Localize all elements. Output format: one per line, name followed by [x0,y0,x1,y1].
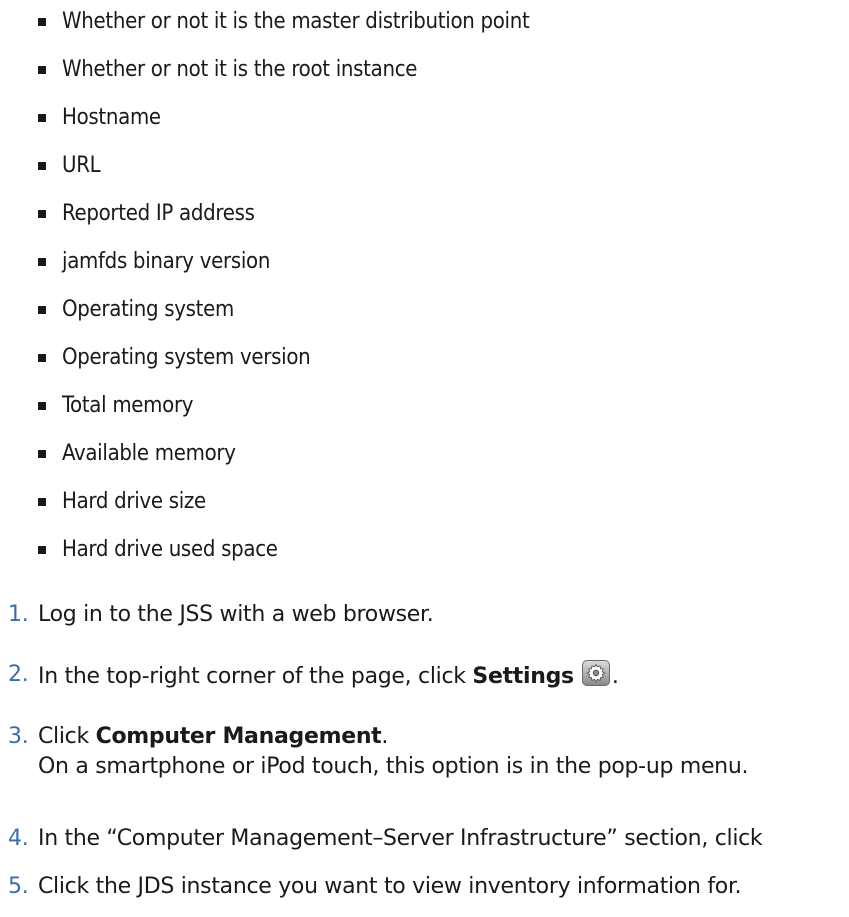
list-item-text: Whether or not it is the root instance [62,57,418,82]
step-number: 2. [8,662,29,687]
list-item: Whether or not it is the master distribu… [38,7,530,55]
bullet-square-icon [38,66,46,74]
list-item-text: Total memory [62,393,194,418]
step-text: Log in to the JSS with a web browser. [38,602,434,627]
gear-icon [581,660,610,686]
step-text: Click the JDS instance you want to view … [38,874,742,899]
list-item: Available memory [38,439,529,487]
step-text: Click [38,724,96,749]
list-item: Total memory [38,391,529,439]
inventory-fields-list: Whether or not it is the master distribu… [38,7,530,583]
list-item-text: Whether or not it is the master distribu… [62,9,530,34]
step-number: 5. [8,874,29,899]
list-item: jamfds binary version [38,247,529,295]
list-item-text: Operating system version [62,345,311,370]
procedure-steps: 1. Log in to the JSS with a web browser.… [8,600,849,904]
list-item: Hostname [38,103,529,151]
bullet-square-icon [38,450,46,458]
bullet-square-icon [38,306,46,314]
bullet-square-icon [38,354,46,362]
step-1: 1. Log in to the JSS with a web browser. [8,600,849,660]
list-item-text: Operating system [62,297,234,322]
bullet-square-icon [38,162,46,170]
list-item: Operating system version [38,343,529,391]
step-text: In the “Computer Management–Server Infra… [38,826,763,851]
bullet-square-icon [38,18,46,26]
list-item: Operating system [38,295,529,343]
list-item: Hard drive used space [38,535,529,583]
bullet-square-icon [38,402,46,410]
step-text: In the top-right corner of the page, cli… [38,664,473,689]
list-item-text: Hostname [62,105,161,130]
step-4: 4. In the “Computer Management–Server In… [8,824,849,872]
step-5: 5. Click the JDS instance you want to vi… [8,872,849,904]
bullet-square-icon [38,546,46,554]
document-page: Whether or not it is the master distribu… [0,0,849,917]
list-item-text: URL [62,153,101,178]
step-2: 2. In the top-right corner of the page, … [8,660,849,722]
list-item-text: Available memory [62,441,236,466]
list-item-text: jamfds binary version [62,249,271,274]
bullet-square-icon [38,114,46,122]
step-3: 3. Click Computer Management. On a smart… [8,722,849,824]
bullet-square-icon [38,210,46,218]
step-text-end: . [381,724,389,749]
list-item-text: Hard drive used space [62,537,278,562]
step-number: 4. [8,826,29,851]
step-text-end: . [611,664,619,689]
list-item: Hard drive size [38,487,529,535]
computer-management-label: Computer Management [95,724,382,749]
step-number: 3. [8,724,29,749]
list-item: Reported IP address [38,199,529,247]
list-item: Whether or not it is the root instance [38,55,529,103]
list-item-text: Reported IP address [62,201,255,226]
step-number: 1. [8,602,29,627]
bullet-square-icon [38,498,46,506]
settings-label: Settings [472,664,574,689]
list-item: URL [38,151,529,199]
step-note: On a smartphone or iPod touch, this opti… [38,754,749,779]
bullet-square-icon [38,258,46,266]
list-item-text: Hard drive size [62,489,206,514]
